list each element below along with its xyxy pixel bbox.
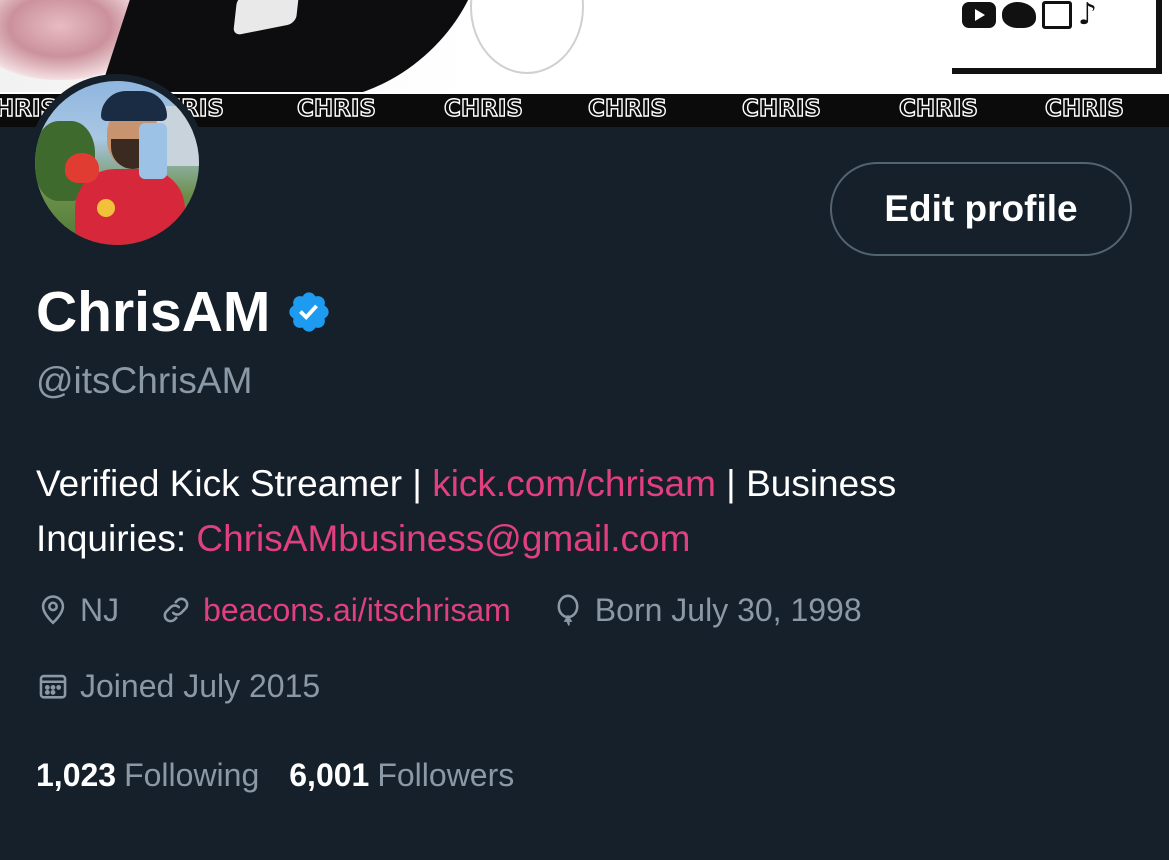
avatar-photo — [35, 81, 199, 245]
bio-link-email[interactable]: ChrisAMbusiness@gmail.com — [196, 518, 690, 559]
location-pin-icon — [41, 595, 65, 625]
website-link[interactable]: beacons.ai/itschrisam — [203, 590, 511, 630]
bio-text: Verified Kick Streamer | — [36, 463, 433, 504]
location-text: NJ — [80, 592, 120, 628]
strip-word: CHRIS — [741, 95, 821, 122]
joined-text: Joined July 2015 — [80, 668, 321, 704]
birthday: Born July 30, 1998 — [551, 590, 862, 630]
twitter-icon — [1002, 2, 1036, 28]
avatar[interactable] — [28, 74, 206, 252]
youtube-icon — [962, 2, 996, 28]
strip-word: CHRIS — [443, 95, 523, 122]
handle: @itsChrisAM — [36, 360, 253, 401]
link-icon — [163, 597, 189, 623]
banner-artwork: ♪ — [0, 0, 1169, 100]
avatar-phone — [139, 123, 167, 179]
strip-word: CHRIS — [587, 95, 667, 122]
location: NJ — [36, 590, 119, 630]
balloon-icon — [557, 594, 579, 627]
calendar-icon — [39, 674, 67, 699]
followers-label: Followers — [377, 757, 515, 793]
name-row: ChrisAM — [36, 277, 332, 347]
follow-stats: 1,023 Following 6,001 Followers — [36, 755, 544, 795]
strip-word: CHRIS — [1044, 95, 1124, 122]
strip-word: CHRIS — [296, 95, 376, 122]
avatar-cap — [101, 91, 167, 121]
bio-link-kick[interactable]: kick.com/chrisam — [432, 463, 716, 504]
website[interactable]: beacons.ai/itschrisam — [159, 590, 511, 630]
strip-word: CHRIS — [898, 95, 978, 122]
bio: Verified Kick Streamer | kick.com/chrisa… — [36, 456, 1036, 566]
banner-social-icons: ♪ — [962, 0, 1097, 30]
twitch-icon — [1042, 1, 1072, 29]
verified-badge-icon[interactable] — [286, 289, 332, 335]
birthday-text: Born July 30, 1998 — [594, 592, 862, 628]
profile-meta-joined: Joined July 2015 — [36, 666, 360, 706]
display-name: ChrisAM — [36, 280, 271, 344]
profile-meta: NJ beacons.ai/itschrisam Born July 30, 1… — [36, 590, 902, 630]
joined: Joined July 2015 — [36, 666, 320, 706]
followers-count: 6,001 — [289, 757, 370, 793]
following-count: 1,023 — [36, 757, 117, 793]
tiktok-icon: ♪ — [1078, 0, 1098, 32]
edit-profile-button[interactable]: Edit profile — [830, 162, 1132, 256]
following-label: Following — [124, 757, 260, 793]
banner-art-ring — [470, 0, 584, 74]
avatar-heart-sticker — [65, 153, 99, 183]
following-link[interactable]: 1,023 Following — [36, 755, 259, 795]
followers-link[interactable]: 6,001 Followers — [289, 755, 514, 795]
avatar-shirt-patch — [97, 199, 115, 217]
